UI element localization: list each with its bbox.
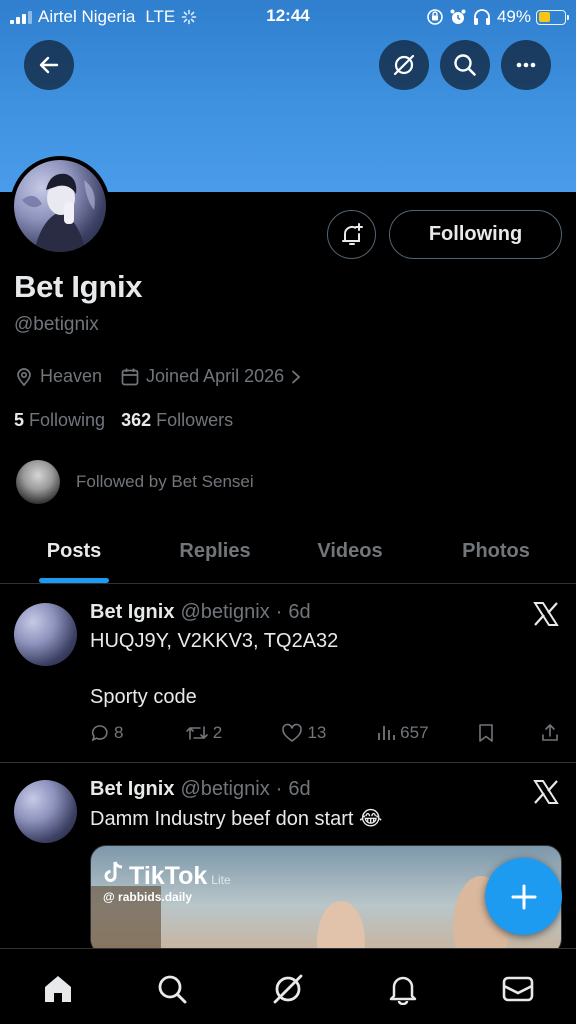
post-actions: 8 2 13 657 bbox=[90, 723, 560, 743]
bookmark-action[interactable] bbox=[477, 723, 540, 743]
post-dot: · bbox=[275, 601, 283, 623]
home-icon bbox=[45, 976, 71, 1002]
views-action[interactable]: 657 bbox=[376, 723, 477, 743]
plus-icon bbox=[511, 884, 536, 909]
notifications-icon bbox=[389, 976, 417, 1005]
more-button[interactable] bbox=[501, 40, 551, 90]
signal-icon bbox=[10, 10, 32, 24]
tab-posts[interactable]: Posts bbox=[24, 520, 124, 583]
avatar-image bbox=[14, 160, 106, 252]
back-button[interactable] bbox=[24, 40, 74, 90]
follower-avatar bbox=[16, 460, 60, 504]
loading-icon bbox=[181, 9, 197, 25]
post-header: Bet Ignix @betignix · 6d bbox=[90, 601, 311, 624]
notification-bell-button[interactable] bbox=[327, 210, 376, 259]
search-icon bbox=[454, 54, 476, 76]
share-icon bbox=[542, 724, 558, 741]
post-text-line: HUQJ9Y, V2KKV3, TQ2A32 bbox=[90, 630, 339, 652]
like-count: 13 bbox=[307, 723, 327, 742]
followed-by[interactable]: Followed by Bet Sensei bbox=[16, 460, 254, 504]
nav-home[interactable] bbox=[38, 969, 78, 1009]
active-tab-indicator bbox=[39, 578, 109, 583]
post-avatar[interactable] bbox=[14, 780, 77, 843]
profile-meta: Heaven Joined April 2026 bbox=[14, 366, 320, 387]
messages-icon bbox=[502, 976, 534, 1002]
like-action[interactable]: 13 bbox=[281, 723, 376, 743]
bottom-navigation bbox=[0, 948, 576, 1024]
nav-messages[interactable] bbox=[498, 969, 538, 1009]
post-text-line: Damm Industry beef don start 😂 bbox=[90, 808, 383, 830]
grok-button[interactable] bbox=[379, 40, 429, 90]
tiktok-lite: Lite bbox=[211, 873, 231, 887]
profile-avatar[interactable] bbox=[10, 156, 110, 256]
carrier-label: Airtel Nigeria bbox=[38, 7, 136, 26]
tab-photos[interactable]: Photos bbox=[441, 520, 551, 583]
search-button[interactable] bbox=[440, 40, 490, 90]
network-label: LTE bbox=[145, 7, 176, 26]
alarm-icon bbox=[450, 9, 466, 24]
profile-name: Bet Ignix bbox=[14, 269, 143, 304]
post-divider bbox=[0, 762, 576, 763]
repost-icon bbox=[185, 726, 208, 740]
tab-videos[interactable]: Videos bbox=[295, 520, 405, 583]
post-author-name[interactable]: Bet Ignix bbox=[90, 778, 174, 801]
tab-replies[interactable]: Replies bbox=[160, 520, 270, 583]
reply-action[interactable]: 8 bbox=[90, 723, 185, 743]
profile-handle: @betignix bbox=[14, 314, 99, 335]
repost-count: 2 bbox=[212, 723, 223, 742]
tiktok-watermark: TikTok Lite bbox=[103, 860, 231, 891]
post-text-line: Sporty code bbox=[90, 686, 197, 708]
x-logo-icon[interactable] bbox=[532, 778, 560, 806]
profile-tabs: Posts Replies Videos Photos bbox=[0, 520, 576, 584]
post-author-handle: @betignix bbox=[180, 601, 270, 623]
views-count: 657 bbox=[400, 723, 429, 742]
joined-date[interactable]: Joined April 2026 bbox=[120, 366, 302, 387]
compose-button[interactable] bbox=[485, 858, 562, 935]
status-bar: Airtel Nigeria LTE 12:44 49% bbox=[0, 0, 576, 34]
location: Heaven bbox=[14, 366, 102, 387]
post-avatar[interactable] bbox=[14, 603, 77, 666]
location-pin-icon bbox=[17, 367, 31, 386]
more-icon bbox=[516, 62, 536, 68]
battery-percent: 49% bbox=[496, 7, 531, 26]
followed-by-label: Followed by Bet Sensei bbox=[76, 472, 254, 491]
following-button[interactable]: Following bbox=[389, 210, 562, 259]
reply-icon bbox=[91, 725, 108, 742]
nav-search[interactable] bbox=[152, 969, 192, 1009]
headphones-icon bbox=[473, 9, 490, 25]
bell-plus-icon bbox=[341, 222, 363, 245]
chevron-right-icon bbox=[292, 370, 301, 383]
post-author-name[interactable]: Bet Ignix bbox=[90, 601, 174, 624]
location-label: Heaven bbox=[40, 366, 103, 386]
orientation-lock-icon bbox=[427, 9, 443, 25]
bookmark-icon bbox=[479, 724, 493, 742]
calendar-icon bbox=[121, 368, 139, 385]
post-age: 6d bbox=[288, 601, 311, 623]
follow-stats: 5 Following 362 Followers bbox=[14, 410, 233, 431]
post-header: Bet Ignix @betignix · 6d bbox=[90, 778, 311, 801]
repost-action[interactable]: 2 bbox=[185, 723, 282, 743]
tiktok-brand: TikTok bbox=[129, 862, 208, 890]
tiktok-icon bbox=[104, 861, 123, 882]
followers-stat[interactable]: 362 Followers bbox=[121, 410, 233, 431]
back-arrow-icon bbox=[39, 56, 59, 74]
x-logo-icon[interactable] bbox=[532, 600, 560, 628]
joined-label: Joined April 2026 bbox=[146, 366, 285, 386]
grok-icon bbox=[273, 974, 303, 1004]
reply-count: 8 bbox=[114, 723, 124, 742]
post-dot: · bbox=[275, 778, 283, 800]
tiktok-account: @ rabbids.daily bbox=[103, 890, 193, 904]
post-author-handle: @betignix bbox=[180, 778, 270, 800]
following-stat[interactable]: 5 Following bbox=[14, 410, 105, 431]
views-icon bbox=[378, 726, 396, 740]
search-icon bbox=[158, 975, 187, 1004]
battery-icon bbox=[536, 9, 569, 25]
nav-notifications[interactable] bbox=[383, 969, 423, 1009]
share-action[interactable] bbox=[540, 723, 560, 743]
grok-icon bbox=[393, 54, 415, 76]
heart-icon bbox=[282, 723, 303, 742]
post-age: 6d bbox=[288, 778, 311, 800]
nav-grok[interactable] bbox=[268, 969, 308, 1009]
